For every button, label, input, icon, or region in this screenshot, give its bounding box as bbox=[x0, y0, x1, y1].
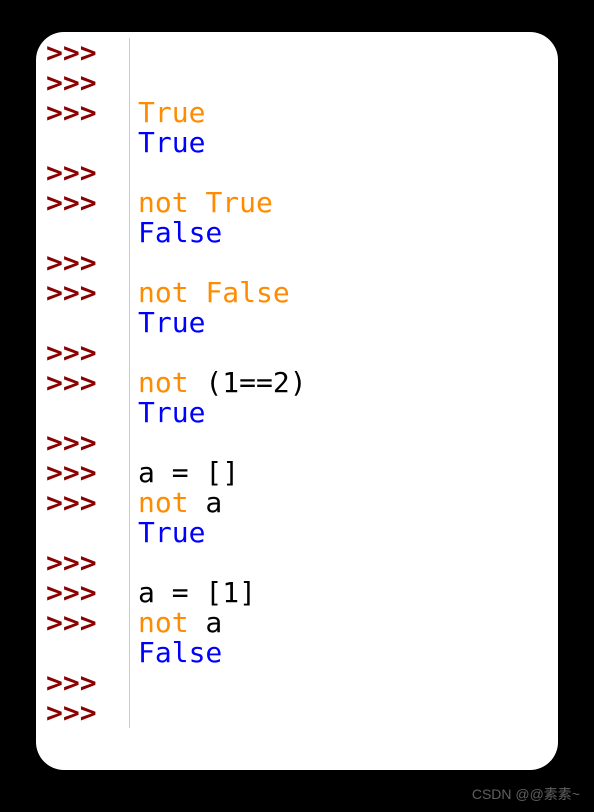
code-token: 2 bbox=[273, 366, 290, 399]
repl-input bbox=[130, 428, 138, 458]
repl-line: >>>not a bbox=[36, 608, 558, 638]
code-token: 1 bbox=[222, 366, 239, 399]
code-token: True bbox=[138, 516, 205, 549]
repl-input bbox=[130, 548, 138, 578]
repl-prompt: >>> bbox=[36, 158, 130, 188]
repl-line: >>> bbox=[36, 668, 558, 698]
code-token: ) bbox=[290, 366, 307, 399]
code-token: False bbox=[138, 636, 222, 669]
code-token: ] bbox=[239, 576, 256, 609]
repl-prompt: >>> bbox=[36, 668, 130, 698]
repl-input bbox=[130, 698, 138, 728]
repl-prompt: >>> bbox=[36, 428, 130, 458]
code-token: False bbox=[138, 216, 222, 249]
repl-line: False bbox=[36, 638, 558, 668]
repl-prompt: >>> bbox=[36, 698, 130, 728]
repl-prompt: >>> bbox=[36, 368, 130, 398]
repl-line: >>> bbox=[36, 338, 558, 368]
repl-prompt bbox=[36, 518, 130, 548]
code-token: a bbox=[189, 486, 223, 519]
repl-line: True bbox=[36, 128, 558, 158]
repl-input: True bbox=[130, 98, 205, 128]
repl-line: True bbox=[36, 398, 558, 428]
repl-prompt bbox=[36, 128, 130, 158]
repl-prompt: >>> bbox=[36, 278, 130, 308]
repl-line: >>>not False bbox=[36, 278, 558, 308]
repl-prompt bbox=[36, 398, 130, 428]
repl-prompt: >>> bbox=[36, 38, 130, 68]
repl-input bbox=[130, 248, 138, 278]
repl-input: not a bbox=[130, 608, 222, 638]
code-token: a = [] bbox=[138, 456, 239, 489]
repl-input bbox=[130, 338, 138, 368]
code-token bbox=[189, 186, 206, 219]
repl-prompt: >>> bbox=[36, 98, 130, 128]
repl-output: False bbox=[130, 218, 222, 248]
repl-line: >>> True bbox=[36, 98, 558, 128]
repl-prompt: >>> bbox=[36, 548, 130, 578]
repl-input: a = [] bbox=[130, 458, 239, 488]
repl-line: >>> bbox=[36, 548, 558, 578]
repl-output: False bbox=[130, 638, 222, 668]
repl-line: >>>not True bbox=[36, 188, 558, 218]
repl-prompt: >>> bbox=[36, 458, 130, 488]
repl-line: >>> bbox=[36, 68, 558, 98]
repl-line: False bbox=[36, 218, 558, 248]
repl-line: >>> bbox=[36, 248, 558, 278]
code-token bbox=[189, 276, 206, 309]
repl-prompt: >>> bbox=[36, 68, 130, 98]
repl-line: >>> bbox=[36, 158, 558, 188]
repl-prompt bbox=[36, 218, 130, 248]
repl-prompt bbox=[36, 638, 130, 668]
code-token: a bbox=[189, 606, 223, 639]
repl-output: True bbox=[130, 518, 205, 548]
repl-prompt: >>> bbox=[36, 338, 130, 368]
code-token: ( bbox=[189, 366, 223, 399]
code-token: True bbox=[138, 96, 205, 129]
code-token: 1 bbox=[222, 576, 239, 609]
code-token: not bbox=[138, 186, 189, 219]
repl-input bbox=[130, 668, 138, 698]
repl-line: >>> bbox=[36, 698, 558, 728]
repl-output: True bbox=[130, 128, 205, 158]
code-token: False bbox=[205, 276, 289, 309]
repl-input bbox=[130, 68, 138, 98]
repl-line: >>>not (1==2) bbox=[36, 368, 558, 398]
code-token: True bbox=[138, 306, 205, 339]
repl-input: not a bbox=[130, 488, 222, 518]
repl-line: True bbox=[36, 308, 558, 338]
code-token: a = [ bbox=[138, 576, 222, 609]
repl-line: True bbox=[36, 518, 558, 548]
repl-input: not (1==2) bbox=[130, 368, 307, 398]
repl-input bbox=[130, 158, 138, 188]
repl-output: True bbox=[130, 308, 205, 338]
code-token: == bbox=[239, 366, 273, 399]
repl-line: >>>a = [1] bbox=[36, 578, 558, 608]
repl-prompt: >>> bbox=[36, 248, 130, 278]
code-token: not bbox=[138, 606, 189, 639]
repl-prompt: >>> bbox=[36, 578, 130, 608]
code-token: True bbox=[138, 396, 205, 429]
repl-input: a = [1] bbox=[130, 578, 256, 608]
repl-prompt: >>> bbox=[36, 488, 130, 518]
repl-prompt: >>> bbox=[36, 608, 130, 638]
watermark-text: CSDN @@素素~ bbox=[472, 784, 580, 804]
code-token: not bbox=[138, 366, 189, 399]
code-token: not bbox=[138, 276, 189, 309]
repl-output: True bbox=[130, 398, 205, 428]
repl-input: not False bbox=[130, 278, 290, 308]
repl-input bbox=[130, 38, 138, 68]
python-repl-terminal[interactable]: >>>>>>>>>TrueTrue>>>>>>not TrueFalse>>>>… bbox=[36, 32, 558, 770]
repl-line: >>> a = [] bbox=[36, 458, 558, 488]
code-token: True bbox=[138, 126, 205, 159]
repl-input: not True bbox=[130, 188, 273, 218]
repl-prompt: >>> bbox=[36, 188, 130, 218]
repl-line: >>> bbox=[36, 38, 558, 68]
repl-prompt bbox=[36, 308, 130, 338]
repl-line: >>> bbox=[36, 428, 558, 458]
code-token: True bbox=[205, 186, 272, 219]
code-token: not bbox=[138, 486, 189, 519]
repl-line: >>>not a bbox=[36, 488, 558, 518]
